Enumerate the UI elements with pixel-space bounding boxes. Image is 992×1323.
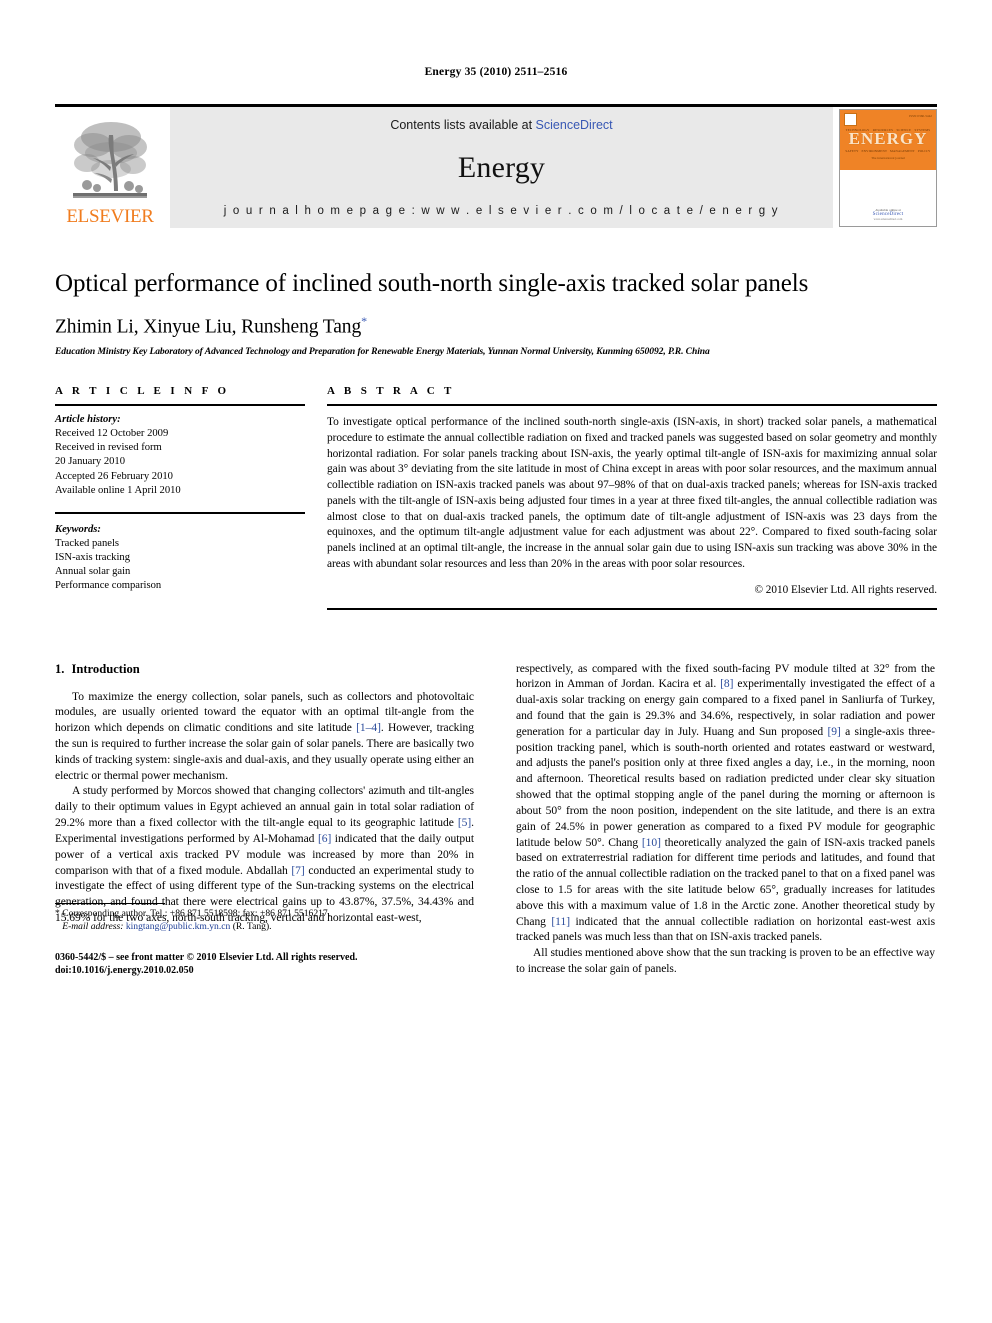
cover-bottom-area: Available online at ScienceDirect www.sc…: [840, 169, 936, 226]
contents-available-line: Contents lists available at ScienceDirec…: [390, 118, 612, 132]
section-heading-introduction: 1. Introduction: [55, 662, 474, 677]
paragraph-text: indicated that the annual collectible ra…: [516, 915, 936, 944]
cover-topics-row-2: SAFETY ENVIRONMENT MANAGEMENT POLICY: [844, 149, 932, 153]
doi-line: doi:10.1016/j.energy.2010.02.050: [55, 965, 194, 977]
page-title: Optical performance of inclined south-no…: [55, 270, 809, 297]
info-abstract-section: A R T I C L E I N F O Article history: R…: [55, 385, 938, 610]
footnote-rule: [55, 902, 165, 904]
journal-title: Energy: [457, 150, 546, 184]
issn-front-matter: 0360-5442/$ – see front matter © 2010 El…: [55, 951, 358, 963]
contents-prefix: Contents lists available at: [390, 118, 536, 132]
cover-topic: POLICY: [917, 148, 931, 153]
section-title: Introduction: [71, 661, 140, 676]
keywords-label: Keywords:: [55, 523, 101, 535]
keyword-item: Performance comparison: [55, 580, 162, 592]
paragraph-text: A study performed by Morcos showed that …: [55, 785, 474, 830]
keywords-block: Keywords: Tracked panels ISN-axis tracki…: [55, 511, 305, 593]
right-column-paragraphs: respectively, as compared with the fixed…: [516, 662, 935, 978]
cover-journal-title: ENERGY: [848, 128, 928, 148]
abstract-copyright: © 2010 Elsevier Ltd. All rights reserved…: [754, 583, 938, 596]
footnote-zone: * Corresponding author. Tel.: +86 871 55…: [55, 902, 474, 978]
paragraph: To maximize the energy collection, solar…: [55, 690, 474, 785]
elsevier-logo: ELSEVIER: [55, 107, 165, 228]
cover-top-band: ISSN 0360-5442 TECHNOLOGY RESOURCES SCIE…: [840, 109, 936, 170]
author-list: Zhimin Li, Xinyue Liu, Runsheng Tang*: [55, 314, 937, 339]
paragraph: All studies mentioned above show that th…: [516, 946, 935, 978]
abstract-text: To investigate optical performance of th…: [327, 416, 937, 570]
history-item: Available online 1 April 2010: [55, 484, 181, 496]
history-item: Accepted 26 February 2010: [55, 470, 173, 482]
section-number: 1.: [55, 661, 65, 676]
cover-issn-code: ISSN 0360-5442: [909, 113, 932, 118]
keyword-item: ISN-axis tracking: [55, 551, 131, 563]
cover-publisher-mark-icon: [844, 112, 857, 126]
email-suffix: (R. Tang).: [230, 920, 272, 932]
paragraph-text: a single-axis three-position tracking pa…: [516, 725, 935, 849]
citation-link[interactable]: [5]: [458, 817, 471, 829]
body-columns: 1. Introduction To maximize the energy co…: [55, 662, 937, 978]
journal-homepage[interactable]: j o u r n a l h o m e p a g e : w w w . …: [224, 205, 779, 217]
citation-link[interactable]: [11]: [551, 916, 570, 928]
elsevier-wordmark: ELSEVIER: [66, 206, 154, 227]
abstract-end-rule: [327, 607, 937, 610]
citation-link[interactable]: [7]: [291, 865, 304, 877]
history-item: 20 January 2010: [55, 456, 126, 468]
sciencedirect-link[interactable]: ScienceDirect: [536, 118, 613, 132]
keyword-item: Tracked panels: [55, 537, 120, 549]
abstract-rule: [327, 404, 937, 407]
paper-page: Energy 35 (2010) 2511–2516 ELSEVIER Cont…: [0, 0, 992, 1323]
paragraph-text: theoretically analyzed the gain of ISN-a…: [516, 836, 935, 928]
citation-link[interactable]: [10]: [642, 837, 661, 849]
article-info-rule: [55, 404, 305, 407]
citation-link[interactable]: [9]: [827, 726, 840, 738]
abstract-column: A B S T R A C T To investigate optical p…: [327, 385, 938, 610]
right-column: respectively, as compared with the fixed…: [516, 662, 935, 978]
citation-link[interactable]: [8]: [720, 678, 733, 690]
cover-sciencedirect-url: www.sciencedirect.com: [873, 216, 903, 221]
running-head: Energy 35 (2010) 2511–2516: [424, 66, 568, 78]
history-item: Received 12 October 2009: [55, 428, 169, 440]
article-history: Article history: Received 12 October 200…: [55, 413, 305, 497]
issn-copyright-line: 0360-5442/$ – see front matter © 2010 El…: [55, 951, 474, 978]
left-column-paragraphs: To maximize the energy collection, solar…: [55, 690, 474, 927]
email-note: E-mail address: kingtang@public.km.yn.cn…: [55, 921, 474, 934]
corresponding-author-note: * Corresponding author. Tel.: +86 871 55…: [55, 907, 331, 919]
citation-link[interactable]: [1–4]: [356, 722, 381, 734]
affiliation: Education Ministry Key Laboratory of Adv…: [55, 346, 710, 358]
article-info-column: A R T I C L E I N F O Article history: R…: [55, 385, 305, 609]
elsevier-tree-icon: [67, 115, 153, 207]
email-link[interactable]: kingtang@public.km.yn.cn: [126, 921, 231, 932]
article-info-heading: A R T I C L E I N F O: [55, 385, 230, 398]
cover-topic: SAFETY: [845, 148, 859, 153]
keyword-item: Annual solar gain: [55, 565, 131, 577]
paragraph: respectively, as compared with the fixed…: [516, 662, 935, 947]
journal-banner: Contents lists available at ScienceDirec…: [170, 107, 833, 228]
corresponding-author-marker: *: [361, 313, 368, 328]
cover-topic: ENVIRONMENT: [861, 148, 888, 153]
cover-tagline: The international journal: [871, 155, 905, 160]
abstract-heading: A B S T R A C T: [327, 385, 455, 398]
article-history-label: Article history:: [55, 414, 121, 426]
journal-masthead: ELSEVIER Contents lists available at Sci…: [55, 104, 937, 228]
journal-cover-thumbnail[interactable]: ISSN 0360-5442 TECHNOLOGY RESOURCES SCIE…: [839, 108, 937, 227]
left-column: 1. Introduction To maximize the energy co…: [55, 662, 474, 978]
citation-link[interactable]: [6]: [318, 833, 331, 845]
history-item: Received in revised form: [55, 442, 162, 454]
paragraph-text: All studies mentioned above show that th…: [516, 947, 935, 976]
title-block: Optical performance of inclined south-no…: [55, 270, 937, 357]
cover-topic: MANAGEMENT: [889, 148, 915, 153]
author-names: Zhimin Li, Xinyue Liu, Runsheng Tang: [55, 316, 362, 338]
email-label: E-mail address:: [62, 920, 124, 932]
